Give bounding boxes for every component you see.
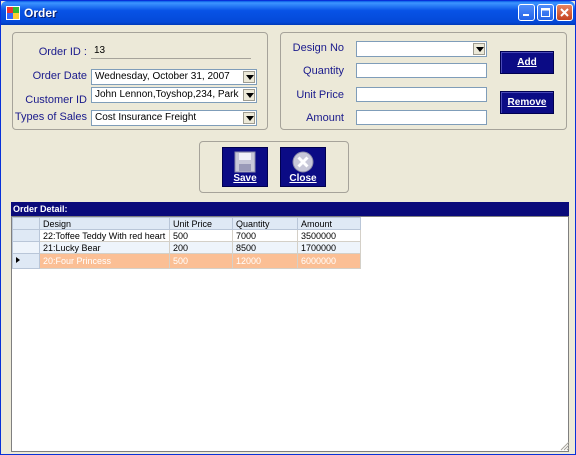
quantity-input[interactable] (356, 63, 487, 78)
table-row[interactable]: 21:Lucky Bear 200 8500 1700000 (12, 241, 361, 254)
amount-label: Amount (306, 112, 344, 124)
maximize-icon (541, 8, 550, 17)
close-circle-icon (292, 151, 314, 173)
title-bar[interactable]: Order (1, 1, 575, 25)
row-header[interactable] (12, 253, 40, 269)
minimize-icon (523, 14, 529, 16)
close-button-label: Close (289, 173, 317, 184)
resize-grip-icon[interactable] (559, 440, 570, 451)
cell-amount: 1700000 (297, 241, 361, 254)
order-id-label: Order ID : (38, 46, 87, 58)
cell-design: 22:Toffee Teddy With red heart (39, 229, 170, 242)
current-row-arrow-icon (16, 257, 20, 263)
amount-input[interactable] (356, 110, 487, 125)
row-header[interactable] (12, 229, 40, 242)
add-button-label: Add (517, 57, 537, 68)
column-header-quantity[interactable]: Quantity (232, 217, 298, 230)
types-of-sales-value: Cost Insurance Freight (95, 112, 197, 123)
table-row[interactable]: 22:Toffee Teddy With red heart 500 7000 … (12, 229, 361, 242)
item-entry-group: Design No Quantity Unit Price Amount Add… (280, 32, 567, 130)
chevron-down-icon[interactable] (243, 71, 255, 83)
unit-price-label: Unit Price (296, 89, 344, 101)
client-area: Order ID : 13 Order Date Wednesday, Octo… (4, 25, 572, 453)
remove-button[interactable]: Remove (500, 91, 554, 114)
table-header-row: Design Unit Price Quantity Amount (12, 217, 361, 230)
order-date-value: Wednesday, October 31, 2007 (95, 71, 230, 82)
design-no-combo[interactable] (356, 41, 487, 57)
chevron-down-icon[interactable] (243, 89, 255, 101)
order-id-field[interactable]: 13 (91, 44, 251, 59)
order-detail-grid[interactable]: Design Unit Price Quantity Amount 22:Tof… (11, 216, 569, 452)
app-icon (6, 6, 20, 20)
chevron-down-icon[interactable] (243, 112, 255, 124)
quantity-label: Quantity (303, 65, 344, 77)
window-title: Order (24, 6, 57, 20)
close-button[interactable]: Close (280, 147, 326, 187)
close-window-button[interactable] (556, 4, 573, 21)
cell-unit-price: 500 (169, 229, 233, 242)
row-header-corner (12, 217, 40, 230)
floppy-disk-icon (234, 151, 256, 173)
table-row-selected[interactable]: 20:Four Princess 500 12000 6000000 (12, 253, 361, 269)
column-header-amount[interactable]: Amount (297, 217, 361, 230)
save-button[interactable]: Save (222, 147, 268, 187)
minimize-button[interactable] (518, 4, 535, 21)
order-detail-header: Order Detail: (11, 202, 569, 216)
types-of-sales-combo[interactable]: Cost Insurance Freight (91, 110, 257, 126)
unit-price-input[interactable] (356, 87, 487, 102)
chevron-down-icon[interactable] (473, 43, 485, 55)
save-button-label: Save (233, 173, 257, 184)
order-detail-table: Design Unit Price Quantity Amount 22:Tof… (12, 217, 361, 269)
cell-quantity: 8500 (232, 241, 298, 254)
cell-quantity: 12000 (232, 253, 298, 269)
design-no-label: Design No (292, 42, 344, 54)
cell-unit-price: 200 (169, 241, 233, 254)
column-header-unit-price[interactable]: Unit Price (169, 217, 233, 230)
customer-id-combo[interactable]: John Lennon,Toyshop,234, Park Avenue, O (91, 87, 257, 103)
cell-design: 20:Four Princess (39, 253, 170, 269)
cell-quantity: 7000 (232, 229, 298, 242)
types-of-sales-label: Types of Sales (14, 111, 87, 123)
cell-amount: 6000000 (297, 253, 361, 269)
customer-id-label: Customer ID (25, 94, 87, 106)
order-info-group: Order ID : 13 Order Date Wednesday, Octo… (12, 32, 268, 130)
remove-button-label: Remove (507, 97, 547, 108)
order-window: Order Order ID : 13 Order Date Wednesday… (0, 0, 576, 455)
row-header[interactable] (12, 241, 40, 254)
cell-amount: 3500000 (297, 229, 361, 242)
cell-unit-price: 500 (169, 253, 233, 269)
actions-group: Save Close (199, 141, 349, 193)
order-date-picker[interactable]: Wednesday, October 31, 2007 (91, 69, 257, 85)
close-icon (560, 8, 569, 17)
cell-design: 21:Lucky Bear (39, 241, 170, 254)
add-button[interactable]: Add (500, 51, 554, 74)
customer-id-value: John Lennon,Toyshop,234, Park Avenue, O (95, 89, 239, 100)
order-date-label: Order Date (32, 70, 87, 82)
column-header-design[interactable]: Design (39, 217, 170, 230)
maximize-button[interactable] (537, 4, 554, 21)
